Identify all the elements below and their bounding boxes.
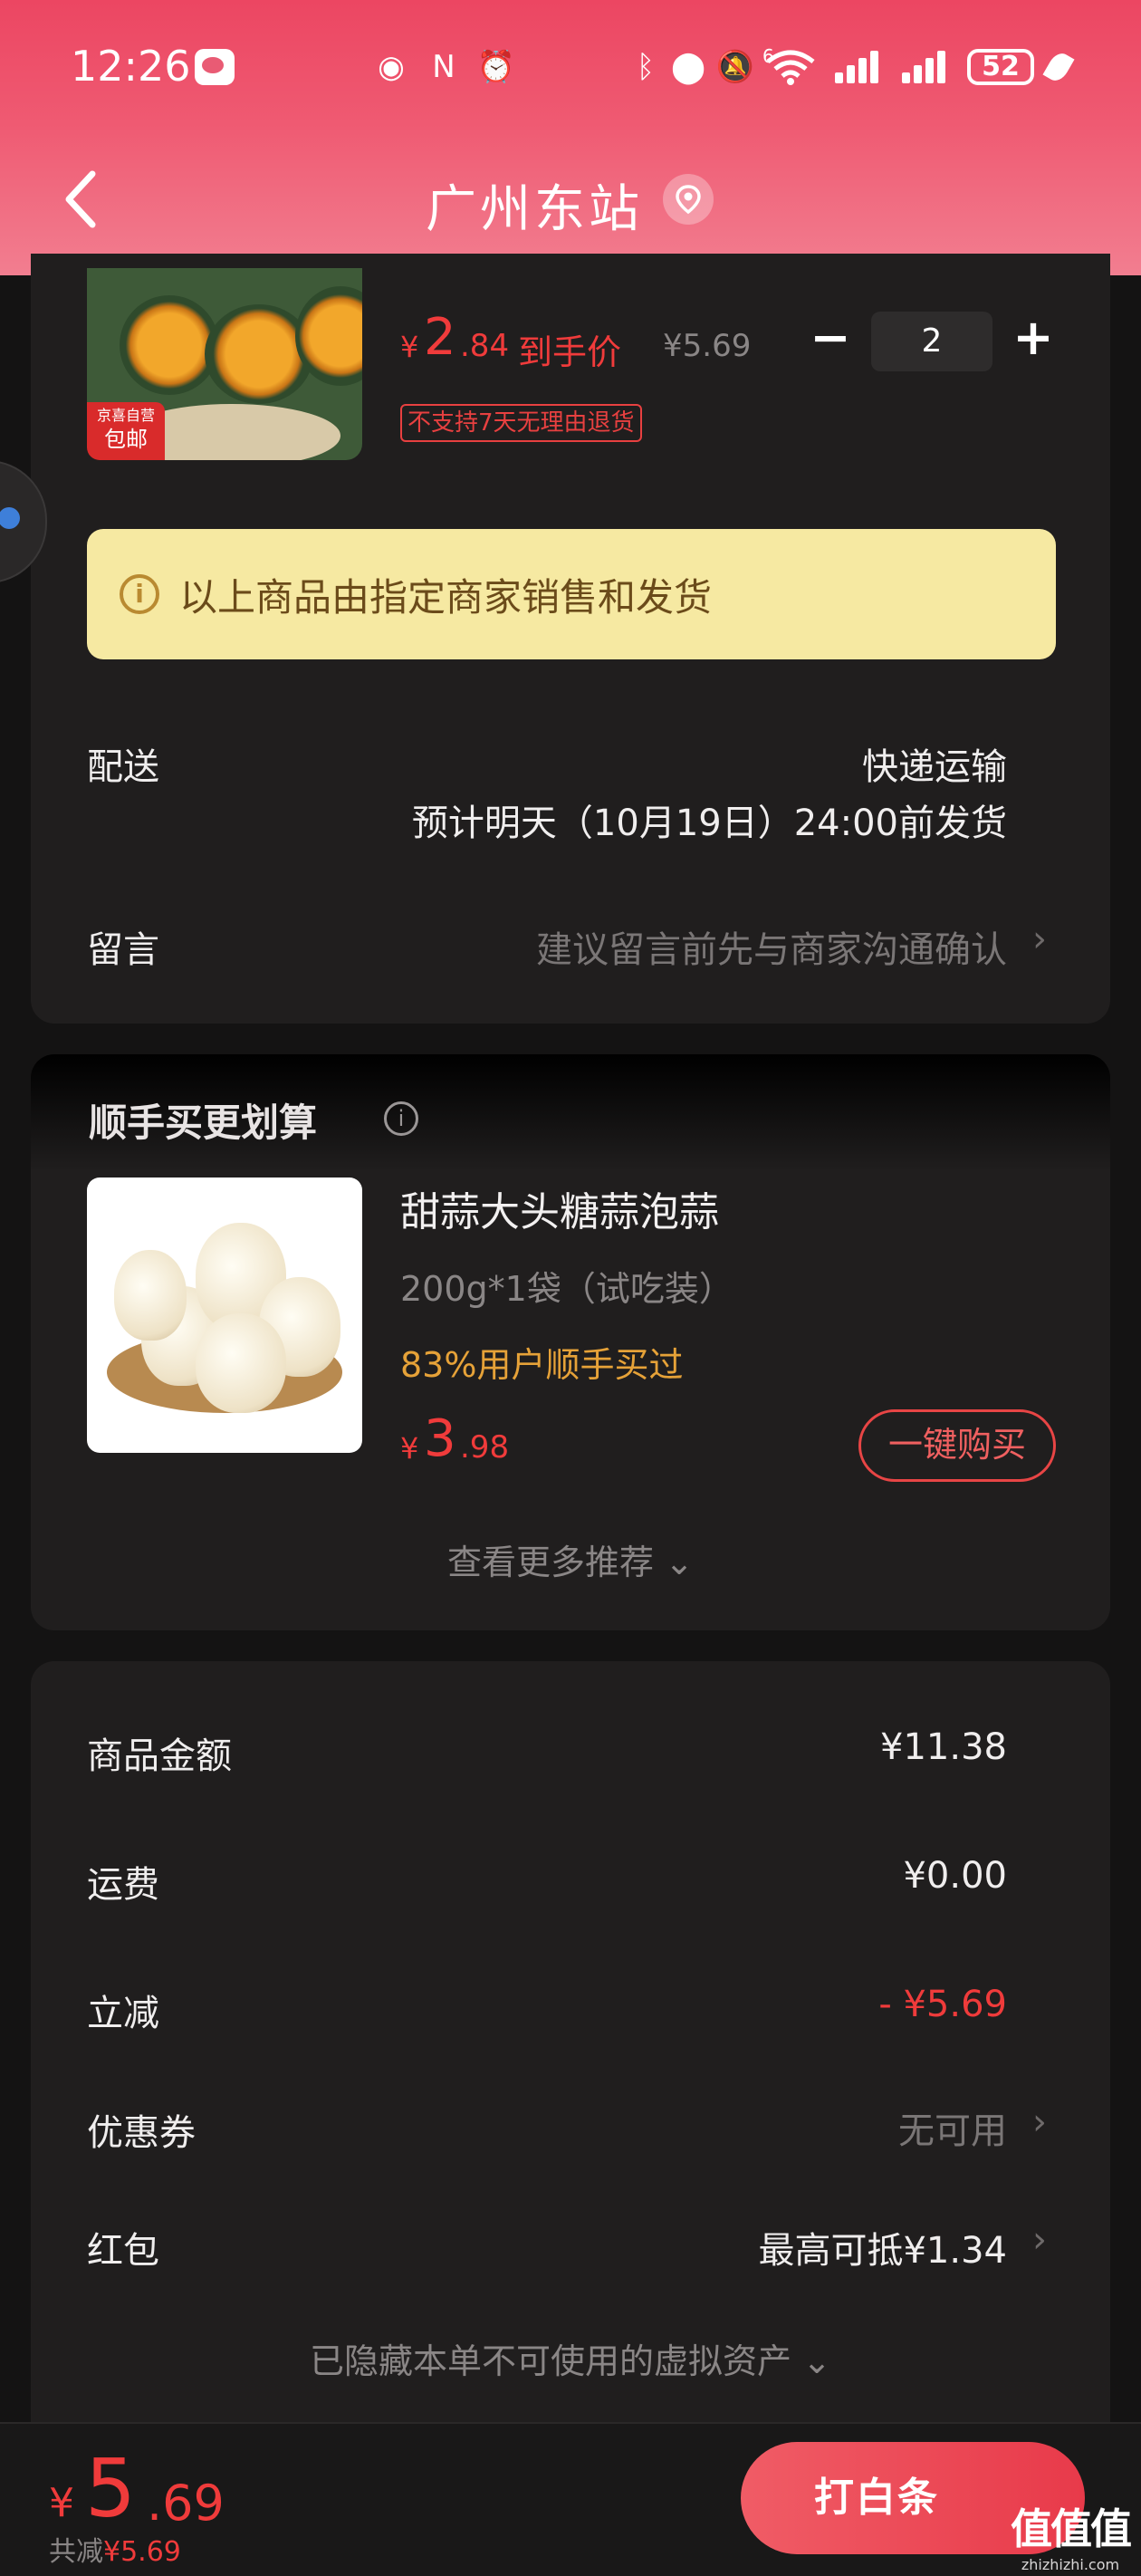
delivery-method[interactable]: 快递运输 — [862, 737, 1007, 790]
original-price: ¥5.69 — [663, 328, 752, 364]
goods-amount-label: 商品金额 — [87, 1735, 232, 1777]
watermark: 值值值 zhizhizhi.com — [1011, 2496, 1132, 2573]
chevron-right-icon: › — [1032, 918, 1047, 960]
recommend-product-spec: 200g*1袋（试吃装） — [400, 1269, 734, 1309]
back-button[interactable] — [56, 163, 105, 235]
wechat-icon — [195, 49, 235, 85]
status-time: 12:26 — [71, 42, 191, 91]
red-packet-value[interactable]: 最高可抵¥1.34 — [758, 2221, 1007, 2273]
quantity-decrease-button[interactable]: − — [808, 313, 853, 362]
nfc-icon: N — [432, 49, 455, 85]
mute-bell-icon: 🔕 — [715, 49, 755, 85]
watermark-brand: 值值值 — [1011, 2504, 1132, 2553]
delivery-label: 配送 — [87, 746, 159, 788]
total-saved: 共减¥5.69 — [49, 2536, 181, 2568]
battery-icon: 52 — [967, 49, 1034, 85]
recommend-product-title[interactable]: 甜蒜大头糖蒜泡蒜 — [400, 1179, 719, 1237]
coupon-label: 优惠券 — [87, 2112, 196, 2154]
checkout-bar: ¥ 5 .69 共减¥5.69 打白条 — [0, 2422, 1141, 2576]
top-header: 12:26 ◉ N ⏰ ᛒ ⬤ 🔕 6 52 广州东站 — [0, 0, 1141, 275]
red-packet-label: 红包 — [87, 2230, 159, 2272]
quantity-increase-button[interactable]: + — [1011, 313, 1056, 362]
more-recommendations-link[interactable]: 查看更多推荐 ⌄ — [0, 1534, 1141, 1584]
bluetooth-icon: ᛒ — [636, 49, 656, 85]
watermark-url: zhizhizhi.com — [1021, 2556, 1120, 2573]
eye-icon: ◉ — [378, 49, 405, 85]
quantity-input[interactable]: 2 — [871, 312, 992, 371]
chevron-right-icon: › — [1032, 2101, 1047, 2143]
alarm-icon: ⏰ — [476, 49, 516, 85]
shipping-value: ¥0.00 — [903, 1855, 1007, 1897]
hidden-assets-toggle[interactable]: 已隐藏本单不可使用的虚拟资产 ⌄ — [0, 2333, 1141, 2383]
wifi-generation-label: 6 — [762, 45, 774, 67]
return-policy-tag: 不支持7天无理由退货 — [400, 404, 642, 442]
shipping-label: 运费 — [87, 1864, 159, 1906]
chevron-left-icon — [65, 170, 96, 228]
discount-label: 立减 — [87, 1993, 159, 2034]
message-label: 留言 — [87, 929, 159, 971]
location-pin-icon[interactable] — [663, 174, 714, 225]
final-price-label: 到手价 — [518, 332, 622, 372]
merchant-notice: i 以上商品由指定商家销售和发货 — [87, 529, 1056, 659]
one-click-buy-button[interactable]: 一键购买 — [858, 1409, 1056, 1482]
recommend-section-title: 顺手买更划算 — [89, 1101, 318, 1145]
chevron-right-icon: › — [1032, 2219, 1047, 2261]
message-input[interactable]: 建议留言前先与商家沟通确认 — [536, 920, 1007, 973]
order-summary-card — [31, 1661, 1110, 2531]
notice-text: 以上商品由指定商家销售和发货 — [179, 575, 713, 620]
info-icon: i — [120, 574, 159, 614]
recommend-buy-rate: 83%用户顺手买过 — [400, 1345, 684, 1385]
power-saving-icon — [1042, 49, 1075, 85]
signal-1-icon — [835, 51, 886, 83]
status-bar: 12:26 ◉ N ⏰ ᛒ ⬤ 🔕 6 52 — [0, 36, 1141, 109]
recommend-product-image[interactable] — [87, 1177, 362, 1453]
coupon-value[interactable]: 无可用 — [898, 2101, 1007, 2154]
delivery-estimate: 预计明天（10月19日）24:00前发货 — [411, 803, 1007, 844]
wifi-icon: 6 — [762, 45, 817, 85]
goods-amount-value: ¥11.38 — [880, 1726, 1007, 1768]
free-shipping-badge: 京喜自营 包邮 — [87, 402, 165, 460]
discount-value: - ¥5.69 — [878, 1984, 1007, 2025]
location-status-icon: ⬤ — [670, 49, 706, 85]
signal-2-icon — [902, 51, 953, 83]
info-icon[interactable]: i — [384, 1101, 418, 1136]
page-title[interactable]: 广州东站 — [426, 168, 643, 242]
